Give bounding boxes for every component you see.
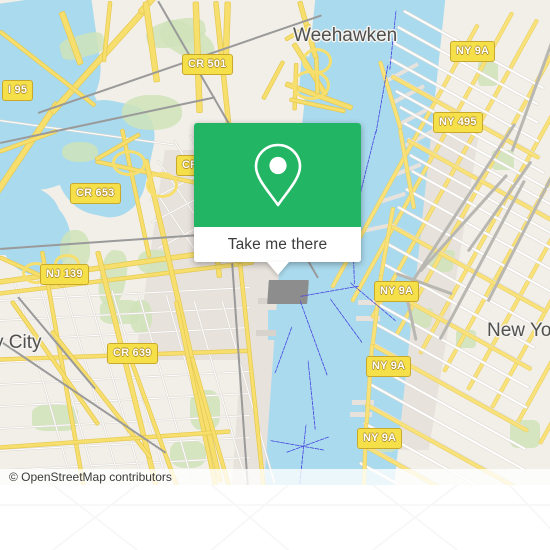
road-shield-cr639[interactable]: CR 639 <box>107 343 158 364</box>
destination-popup-card[interactable]: Take me there <box>194 123 361 275</box>
road-shield-i95[interactable]: I 95 <box>2 80 34 101</box>
park <box>62 142 98 162</box>
road-shield-ny9a-2[interactable]: NY 9A <box>374 281 420 302</box>
highway-loop <box>146 172 178 198</box>
osm-attribution[interactable]: © OpenStreetMap contributors <box>9 470 172 484</box>
highway-ramp <box>261 60 285 100</box>
place-label-weehawken: Weehawken <box>293 25 398 46</box>
road-shield-ny495[interactable]: NY 495 <box>433 112 483 133</box>
highway-i95 <box>138 0 222 14</box>
footer-bar: Court St and 2nd St, Hoboken, NJ 07030, … <box>0 485 550 550</box>
moovit-map-screenshot: Weehawken New Yo y City I 95 CR 501 NY 9… <box>0 0 550 550</box>
rail-yard <box>267 280 309 304</box>
take-me-there-label: Take me there <box>227 235 328 253</box>
highway-loop <box>292 70 330 100</box>
pier <box>256 330 276 336</box>
road-shield-cr653[interactable]: CR 653 <box>70 183 121 204</box>
park <box>122 95 182 130</box>
map-pin-icon <box>254 143 301 207</box>
road-shield-ny9a-3[interactable]: NY 9A <box>366 356 412 377</box>
place-label-new-york: New Yo <box>487 320 550 341</box>
road-shield-cr501[interactable]: CR 501 <box>182 54 233 75</box>
place-label-jersey-city: y City <box>0 332 42 353</box>
popup-cta-panel[interactable]: Take me there <box>194 227 361 262</box>
road-shield-nj139[interactable]: NJ 139 <box>40 264 89 285</box>
road-shield-ny9a-4[interactable]: NY 9A <box>357 428 403 449</box>
footer-watermark <box>0 485 550 550</box>
map-canvas[interactable]: Weehawken New Yo y City I 95 CR 501 NY 9… <box>0 0 550 485</box>
highway-loop <box>112 150 146 176</box>
popup-image-panel <box>194 123 361 227</box>
street <box>0 370 250 386</box>
popup-pointer-tail <box>266 262 289 275</box>
highway-loop <box>302 48 332 74</box>
road-shield-ny9a-1[interactable]: NY 9A <box>450 41 496 62</box>
